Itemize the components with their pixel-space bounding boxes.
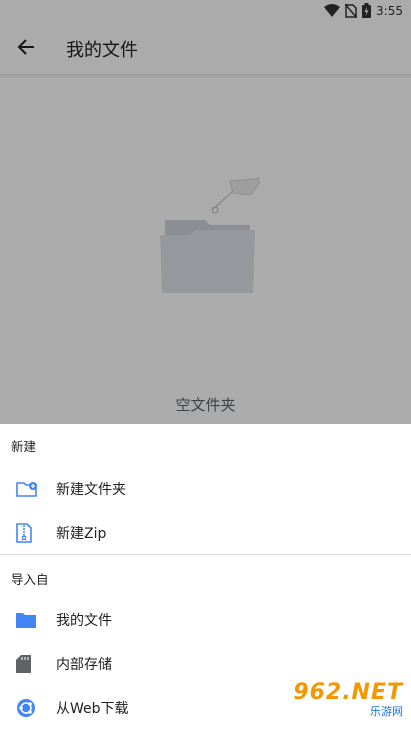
section-divider [0,554,411,555]
watermark-logo-text: 962.NET [293,679,403,705]
new-zip-label: 新建Zip [56,526,107,542]
new-section-header: 新建 [11,439,37,454]
download-from-web-label: 从Web下载 [56,701,129,717]
folder-icon [0,598,56,642]
my-files-label: 我的文件 [56,613,112,629]
new-folder-item[interactable]: 新建文件夹 [0,467,411,511]
sheet-scrim[interactable] [0,0,411,424]
new-folder-label: 新建文件夹 [56,482,126,498]
my-files-item[interactable]: 我的文件 [0,598,411,642]
sd-card-icon [0,642,56,686]
watermark-subtext: 乐游网 [370,704,403,718]
web-globe-icon [0,686,56,730]
create-import-bottom-sheet: 新建 新建文件夹 新建Zip 导入自 我的文件 内部存储 从Web下载 962.… [0,424,411,730]
new-folder-icon [0,467,56,511]
site-watermark: 962.NET 乐游网 [271,674,411,724]
import-section-header: 导入自 [11,572,49,587]
zip-file-icon [0,511,56,555]
internal-storage-label: 内部存储 [56,657,112,673]
new-zip-item[interactable]: 新建Zip [0,511,411,555]
